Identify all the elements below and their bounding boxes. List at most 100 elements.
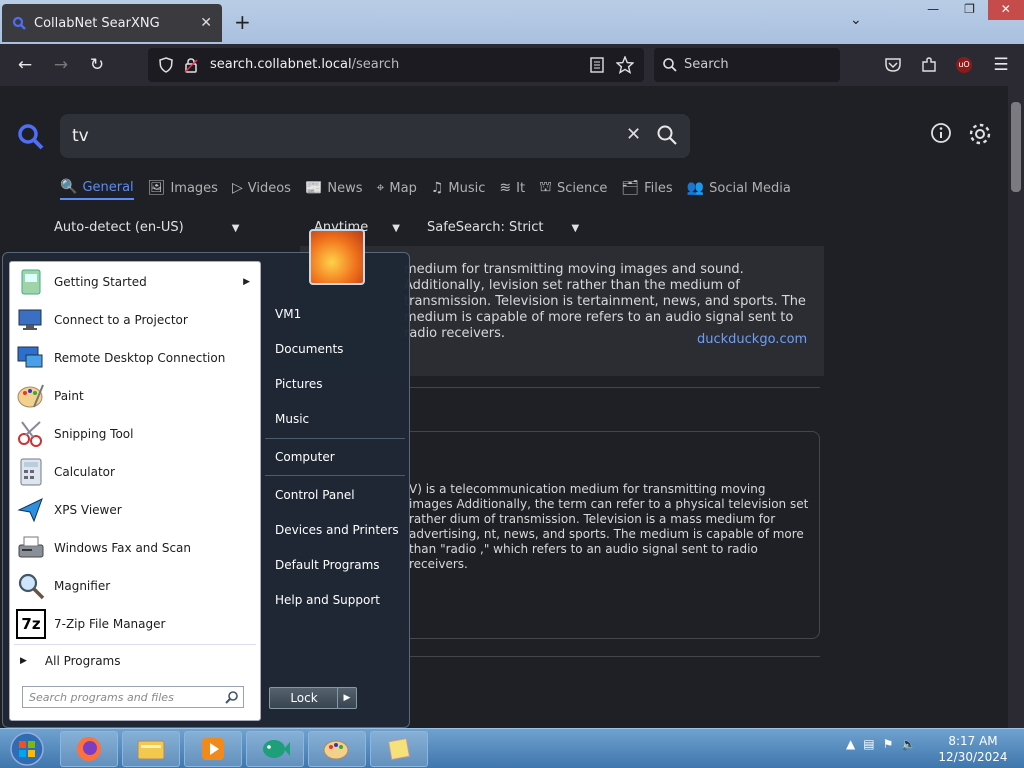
tab-music[interactable]: ♫ Music	[431, 176, 486, 200]
close-window-button[interactable]: ✕	[987, 0, 1024, 20]
searxng-logo-icon[interactable]	[16, 122, 44, 150]
tab-label: Science	[556, 180, 608, 196]
remote-desktop-icon	[17, 346, 43, 368]
hamburger-menu-icon[interactable]: ☰	[990, 54, 1012, 76]
browser-search-box[interactable]: Search	[654, 48, 840, 82]
divider	[265, 438, 405, 439]
tab-files[interactable]: 🗂 Files	[621, 176, 672, 200]
start-item-computer[interactable]: Computer	[275, 450, 335, 464]
tab-close-icon[interactable]: ✕	[200, 15, 212, 31]
tab-general[interactable]: 🔍 General	[60, 176, 134, 200]
files-icon: 🗂	[621, 180, 640, 196]
list-all-tabs-button[interactable]: ⌄	[850, 12, 862, 28]
tab-label: Videos	[247, 180, 291, 196]
url-text[interactable]: search.collabnet.local/search	[210, 57, 399, 72]
start-item-devices-and-printers[interactable]: Devices and Printers	[275, 523, 399, 537]
program-label: Calculator	[54, 465, 115, 479]
getting-started-icon	[21, 269, 41, 295]
shutdown-options-arrow-icon[interactable]: ▶	[337, 687, 357, 709]
start-item-control-panel[interactable]: Control Panel	[275, 488, 355, 502]
taskbar-app-fish[interactable]	[246, 731, 304, 767]
ublock-origin-icon[interactable]: uO	[956, 57, 972, 73]
program-magnifier[interactable]: Magnifier	[10, 568, 260, 604]
page-scrollbar[interactable]	[1008, 86, 1024, 728]
program-label: Remote Desktop Connection	[54, 351, 226, 365]
forward-icon[interactable]: →	[50, 54, 72, 76]
start-search-input[interactable]: Search programs and files	[22, 686, 244, 708]
reload-icon[interactable]: ↻	[86, 54, 108, 76]
tab-social-media[interactable]: 👥 Social Media	[687, 176, 791, 200]
program-calculator[interactable]: Calculator	[10, 454, 260, 490]
start-menu-programs-pane: Getting Started ▶ Connect to a Projector…	[9, 261, 261, 721]
search-icon	[663, 58, 677, 72]
show-hidden-icons-arrow[interactable]: ▲	[846, 737, 855, 751]
new-tab-button[interactable]: +	[234, 10, 251, 34]
start-item-user-folder[interactable]: VM1	[275, 307, 301, 321]
info-icon[interactable]	[930, 122, 952, 144]
taskbar-file-explorer[interactable]	[122, 731, 180, 767]
taskbar-sticky-notes[interactable]	[370, 731, 428, 767]
minimize-button[interactable]: —	[915, 0, 951, 20]
tab-news[interactable]: 📰 News	[305, 176, 363, 200]
shield-icon[interactable]	[158, 57, 174, 73]
extensions-icon[interactable]	[920, 56, 938, 74]
search-query-box[interactable]: tv ✕	[60, 114, 690, 158]
tab-map[interactable]: ⌖ Map	[377, 176, 417, 200]
clear-search-icon[interactable]: ✕	[626, 124, 641, 145]
start-item-documents[interactable]: Documents	[275, 342, 343, 356]
taskbar-paint[interactable]	[308, 731, 366, 767]
all-programs-button[interactable]: ▶ All Programs	[10, 648, 260, 674]
pocket-icon[interactable]	[884, 57, 902, 73]
program-label: XPS Viewer	[54, 503, 122, 517]
tab-images[interactable]: 🖼 Images	[148, 176, 218, 200]
back-icon[interactable]: ←	[14, 54, 36, 76]
program-connect-to-projector[interactable]: Connect to a Projector	[10, 302, 260, 338]
tab-label: Files	[644, 180, 673, 196]
magnifier-icon	[18, 573, 45, 600]
program-paint[interactable]: Paint	[10, 378, 260, 414]
submenu-arrow-icon: ▶	[243, 277, 250, 287]
search-icon[interactable]	[225, 690, 239, 704]
windows-start-orb-icon[interactable]	[8, 731, 46, 767]
network-icon[interactable]: ▤	[863, 737, 874, 751]
user-account-picture[interactable]	[309, 229, 365, 285]
program-label: Getting Started	[54, 275, 147, 289]
music-note-icon: ♫	[430, 180, 444, 196]
people-icon: 👥	[686, 180, 705, 196]
program-getting-started[interactable]: Getting Started ▶	[10, 264, 260, 300]
sticky-notes-icon	[387, 737, 411, 761]
language-select[interactable]: Auto-detect (en-US) ▼	[54, 220, 239, 235]
reader-view-icon[interactable]	[590, 57, 604, 73]
tab-it[interactable]: ≋ It	[499, 176, 525, 200]
search-submit-icon[interactable]	[656, 124, 678, 146]
lock-icon[interactable]	[184, 57, 198, 73]
scrollbar-thumb[interactable]	[1011, 102, 1021, 192]
start-item-default-programs[interactable]: Default Programs	[275, 558, 380, 572]
program-7-zip[interactable]: 7z 7-Zip File Manager	[10, 606, 260, 642]
program-windows-fax-and-scan[interactable]: Windows Fax and Scan	[10, 530, 260, 566]
action-center-flag-icon[interactable]: ⚑	[883, 737, 894, 751]
chevron-down-icon: ▼	[392, 223, 400, 234]
start-item-music[interactable]: Music	[275, 412, 309, 426]
taskbar-firefox[interactable]	[60, 731, 118, 767]
program-snipping-tool[interactable]: Snipping Tool	[10, 416, 260, 452]
volume-muted-icon[interactable]: 🔈	[901, 737, 916, 751]
tab-label: It	[516, 180, 526, 196]
tab-science[interactable]: ⛫ Science	[539, 176, 607, 200]
taskbar-clock[interactable]: 8:17 AM 12/30/2024	[930, 733, 1016, 765]
gear-icon[interactable]	[968, 122, 992, 146]
start-item-help-and-support[interactable]: Help and Support	[275, 593, 380, 607]
program-xps-viewer[interactable]: XPS Viewer	[10, 492, 260, 528]
browser-tab[interactable]: CollabNet SearXNG ✕	[2, 4, 222, 42]
start-item-pictures[interactable]: Pictures	[275, 377, 323, 391]
url-bar[interactable]: search.collabnet.local/search	[148, 48, 644, 82]
lock-button[interactable]: Lock	[269, 687, 339, 709]
search-input[interactable]: tv	[72, 126, 89, 146]
taskbar-media-player[interactable]	[184, 731, 242, 767]
maximize-button[interactable]: ❐	[951, 0, 987, 20]
bookmark-star-icon[interactable]	[616, 56, 634, 74]
infobox-source-link[interactable]: duckduckgo.com	[697, 332, 807, 347]
program-remote-desktop[interactable]: Remote Desktop Connection	[10, 340, 260, 376]
safesearch-select[interactable]: SafeSearch: Strict ▼	[427, 220, 579, 235]
tab-videos[interactable]: ▷ Videos	[232, 176, 291, 200]
